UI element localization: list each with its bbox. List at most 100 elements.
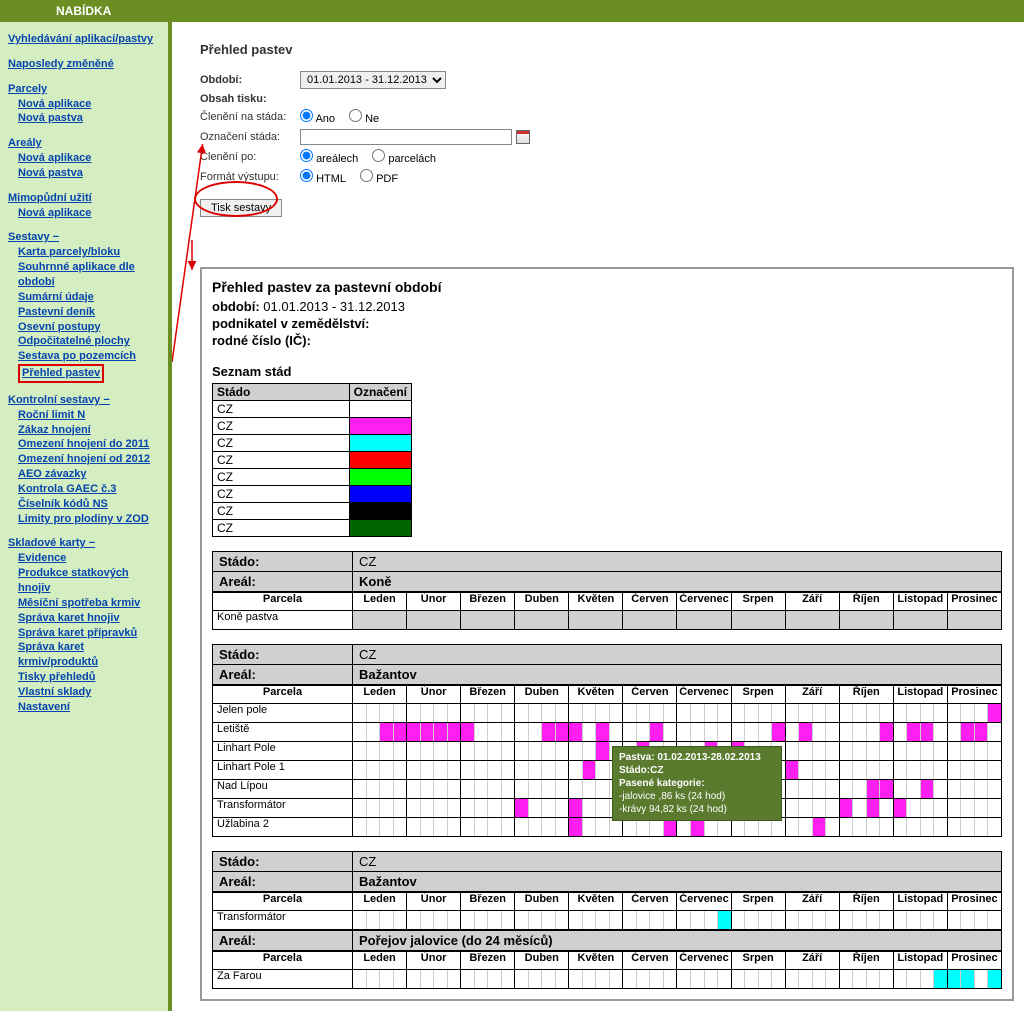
nav-parcely[interactable]: Parcely	[8, 82, 47, 97]
month-cell	[731, 611, 785, 630]
month-cell	[839, 704, 893, 723]
month-cell	[515, 818, 569, 837]
radio-html[interactable]	[300, 169, 313, 182]
tt-l2: Stádo:CZ	[619, 765, 663, 776]
nav-arealy-pastva[interactable]: Nová pastva	[18, 166, 83, 181]
month-cell	[893, 818, 947, 837]
month-cell	[731, 723, 785, 742]
month-cell	[407, 780, 461, 799]
month-cell	[785, 723, 839, 742]
nav-s3[interactable]: Správa karet hnojiv	[18, 611, 120, 626]
table-row: Linhart Pole 1	[213, 761, 1002, 780]
th-month: Březen	[461, 893, 515, 911]
month-cell	[677, 911, 731, 930]
nav-k0[interactable]: Roční limit N	[18, 408, 85, 423]
calendar-icon[interactable]	[516, 130, 530, 144]
nav-prehled-pastev[interactable]: Přehled pastev	[22, 366, 100, 381]
herd-color	[349, 452, 411, 469]
month-cell	[839, 742, 893, 761]
nav-s0[interactable]: Evidence	[18, 551, 66, 566]
month-cell	[839, 761, 893, 780]
nav-sestavy-3[interactable]: Pastevní deník	[18, 305, 95, 320]
table-row: Jelen pole	[213, 704, 1002, 723]
th-month: Červenec	[677, 593, 731, 611]
radio-ano[interactable]	[300, 109, 313, 122]
month-cell	[623, 704, 677, 723]
nav-sestavy-0[interactable]: Karta parcely/bloku	[18, 245, 120, 260]
month-cell	[947, 970, 1001, 989]
herd-color	[349, 503, 411, 520]
month-cell	[407, 704, 461, 723]
nav-k5[interactable]: Kontrola GAEC č.3	[18, 482, 116, 497]
nav-s1[interactable]: Produkce statkových hnojiv	[18, 566, 160, 596]
th-month: Květen	[569, 593, 623, 611]
th-month: Říjen	[839, 952, 893, 970]
parcelach-label: parcelách	[388, 153, 436, 165]
nav-parcely-aplikace[interactable]: Nová aplikace	[18, 97, 91, 112]
tt-l3: Pasené kategorie:	[619, 777, 775, 790]
radio-parcelach[interactable]	[372, 149, 385, 162]
th-parcela: Parcela	[213, 952, 353, 970]
nav-s4[interactable]: Správa karet přípravků	[18, 626, 137, 641]
th-month: Únor	[407, 893, 461, 911]
nav-k3[interactable]: Omezení hnojení od 2012	[18, 452, 150, 467]
nav-s2[interactable]: Měsíční spotřeba krmiv	[18, 596, 140, 611]
nav-sklad[interactable]: Skladové karty −	[8, 536, 95, 551]
th-month: Srpen	[731, 593, 785, 611]
nav-sestavy-1[interactable]: Souhrnné aplikace dle období	[18, 260, 160, 290]
nav-k7[interactable]: Limity pro plodiny v ZOD	[18, 512, 149, 527]
nav-sestavy-6[interactable]: Sestava po pozemcích	[18, 349, 136, 364]
r-obdobi-lbl: období:	[212, 299, 260, 314]
nav-k2[interactable]: Omezení hnojení do 2011	[18, 437, 149, 452]
nav-s8[interactable]: Nastavení	[18, 700, 70, 715]
month-cell	[353, 970, 407, 989]
month-cell	[947, 723, 1001, 742]
month-cell	[407, 723, 461, 742]
th-month: Duben	[515, 893, 569, 911]
nav-arealy-aplikace[interactable]: Nová aplikace	[18, 151, 91, 166]
block3-head2: Areál:Pořejov jalovice (do 24 měsíců)	[212, 930, 1002, 951]
nav-kontrolni[interactable]: Kontrolní sestavy −	[8, 393, 110, 408]
nav-sestavy-2[interactable]: Sumární údaje	[18, 290, 94, 305]
herd-color	[349, 520, 411, 537]
nav-parcely-pastva[interactable]: Nová pastva	[18, 111, 83, 126]
radio-pdf[interactable]	[360, 169, 373, 182]
nav-k6[interactable]: Číselník kódů NS	[18, 497, 108, 512]
herd-name: CZ	[213, 503, 350, 520]
block1-calendar: ParcelaLedenÚnorBřezenDubenKvětenČervenČ…	[212, 592, 1002, 630]
herd-color	[349, 486, 411, 503]
block3-calendar-2: ParcelaLedenÚnorBřezenDubenKvětenČervenČ…	[212, 951, 1002, 989]
nav-s6[interactable]: Tisky přehledů	[18, 670, 95, 685]
block1-head: Stádo:CZ Areál:Koně	[212, 551, 1002, 592]
month-cell	[839, 799, 893, 818]
nav-vyhledavani[interactable]: Vyhledávání aplikací/pastvy	[8, 32, 153, 47]
obdobi-select[interactable]: 01.01.2013 - 31.12.2013	[300, 71, 446, 89]
th-month: Leden	[353, 893, 407, 911]
r-rc: rodné číslo (IČ):	[212, 333, 311, 348]
nav-naposledy[interactable]: Naposledy změněné	[8, 57, 114, 72]
th-ozn: Označení	[349, 384, 411, 401]
month-cell	[569, 723, 623, 742]
print-button[interactable]: Tisk sestavy	[200, 199, 282, 217]
nav-mimopudni-aplikace[interactable]: Nová aplikace	[18, 206, 91, 221]
month-cell	[893, 742, 947, 761]
nav-mimopudni[interactable]: Mimopůdní užití	[8, 191, 92, 206]
th-month: Březen	[461, 686, 515, 704]
month-cell	[947, 818, 1001, 837]
month-cell	[893, 761, 947, 780]
nav-k4[interactable]: AEO závazky	[18, 467, 86, 482]
radio-arealech[interactable]	[300, 149, 313, 162]
report-title: Přehled pastev za pastevní období	[212, 279, 1002, 295]
nav-s5[interactable]: Správa karet krmiv/produktů	[18, 640, 160, 670]
nav-k1[interactable]: Zákaz hnojení	[18, 423, 91, 438]
th-month: Červen	[623, 893, 677, 911]
nav-sestavy-5[interactable]: Odpočitatelné plochy	[18, 334, 130, 349]
nav-sestavy[interactable]: Sestavy −	[8, 230, 59, 245]
th-month: Listopad	[893, 593, 947, 611]
radio-ne[interactable]	[349, 109, 362, 122]
nav-s7[interactable]: Vlastní sklady	[18, 685, 91, 700]
nav-sestavy-4[interactable]: Osevní postupy	[18, 320, 101, 335]
table-row: Koně pastva	[213, 611, 1002, 630]
nav-arealy[interactable]: Areály	[8, 136, 42, 151]
oznaceni-input[interactable]	[300, 129, 512, 145]
